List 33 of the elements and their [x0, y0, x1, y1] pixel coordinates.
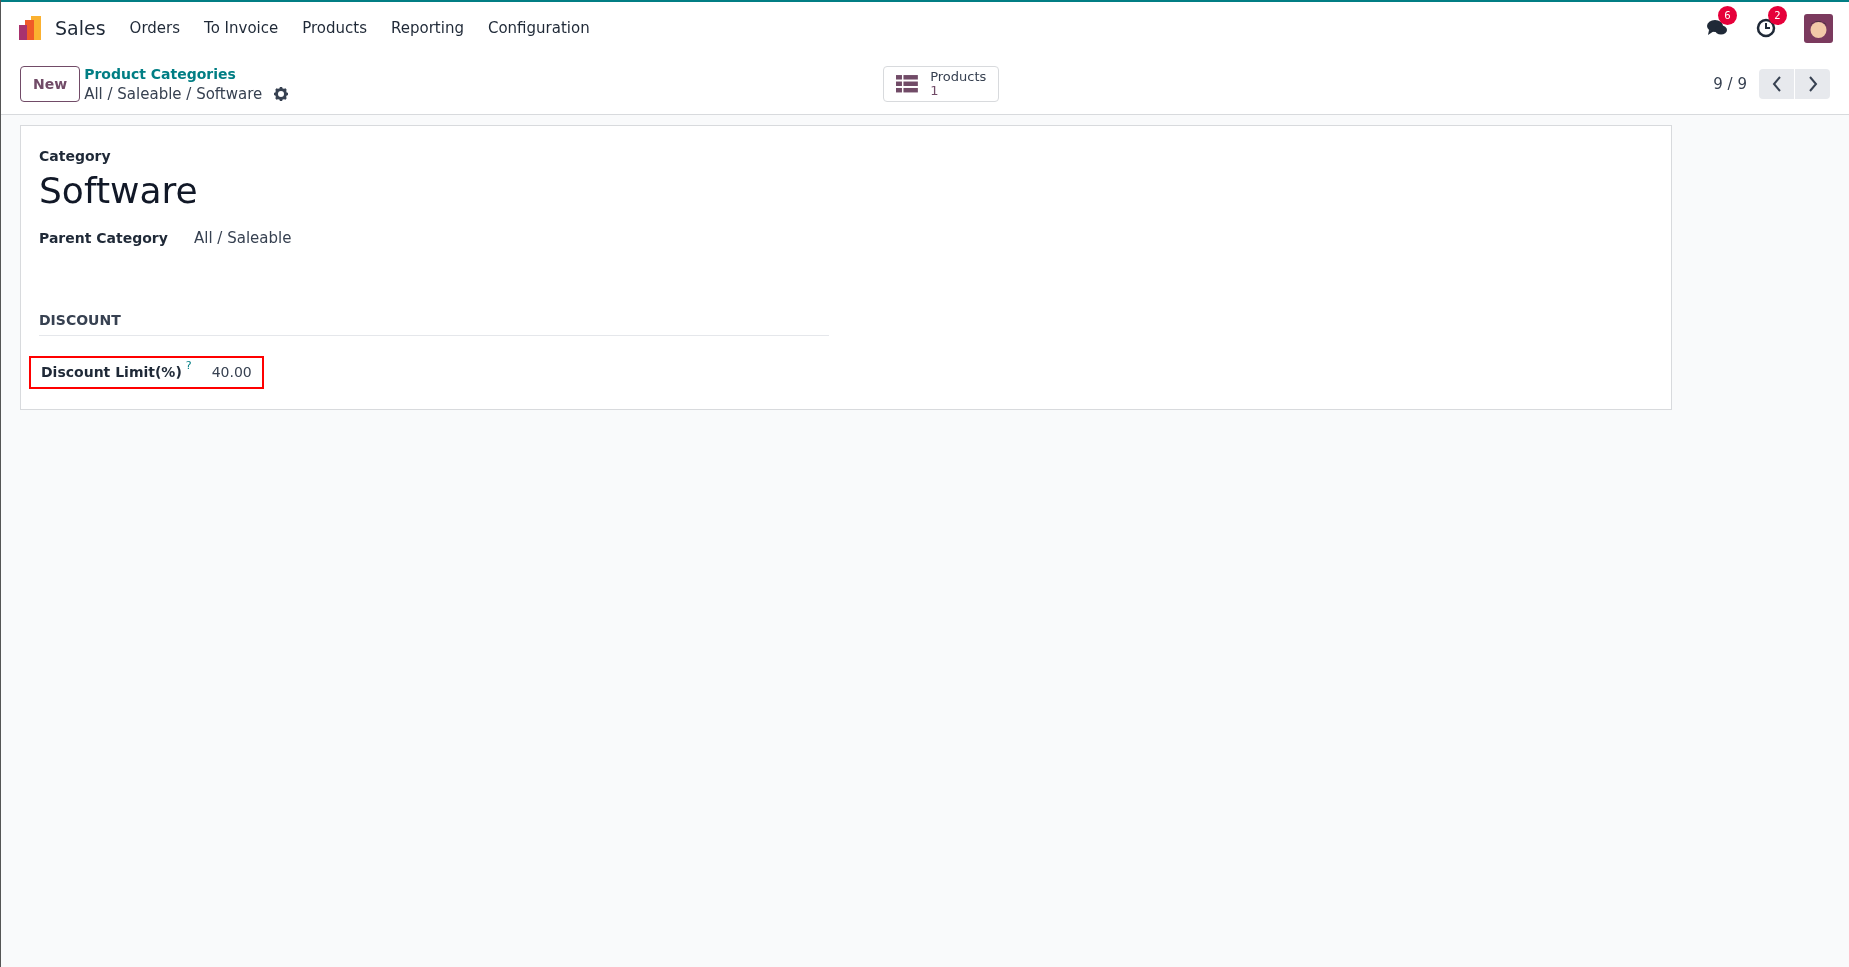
settings-icon[interactable] [274, 87, 289, 101]
section-heading: DISCOUNT [39, 309, 829, 336]
products-smart-button[interactable]: Products 1 [883, 66, 1000, 102]
avatar-icon[interactable] [1804, 13, 1833, 43]
record-path: All / Saleable / Software [84, 84, 263, 104]
menu-item[interactable]: Orders [129, 16, 181, 40]
new-button[interactable]: New [20, 66, 81, 102]
help-tooltip[interactable]: ? [185, 359, 192, 372]
pager-value[interactable]: 9 / 9 [1713, 72, 1747, 96]
app-name[interactable]: Sales [55, 13, 106, 43]
field-label: Category [39, 147, 112, 166]
field-value[interactable]: All / Saleable [194, 227, 292, 250]
field-label: Parent Category [39, 228, 169, 248]
clock-icon[interactable] [1756, 18, 1776, 38]
notification-badge: 6 [1718, 6, 1737, 25]
field-value[interactable]: 40.00 [211, 361, 252, 383]
next-button[interactable] [1795, 69, 1830, 99]
smart-button-label: Products [930, 70, 987, 84]
breadcrumb-link[interactable]: Product Categories [84, 64, 289, 84]
previous-button[interactable] [1759, 69, 1794, 99]
smart-button-count: 1 [930, 84, 939, 98]
chat-icon[interactable] [1706, 18, 1728, 38]
menu-item[interactable]: Configuration [487, 16, 590, 40]
chevron-left-icon [1771, 76, 1782, 92]
menu-item[interactable]: Reporting [391, 16, 464, 40]
list-icon [896, 75, 919, 93]
app-logo-icon[interactable] [17, 15, 43, 41]
menu-item[interactable]: To Invoice [204, 16, 279, 40]
menu-item[interactable]: Products [302, 16, 367, 40]
field-label: Discount Limit(%) [41, 362, 182, 382]
chevron-right-icon [1807, 76, 1818, 92]
notification-badge: 2 [1768, 6, 1787, 25]
record-title: Software [39, 169, 199, 213]
